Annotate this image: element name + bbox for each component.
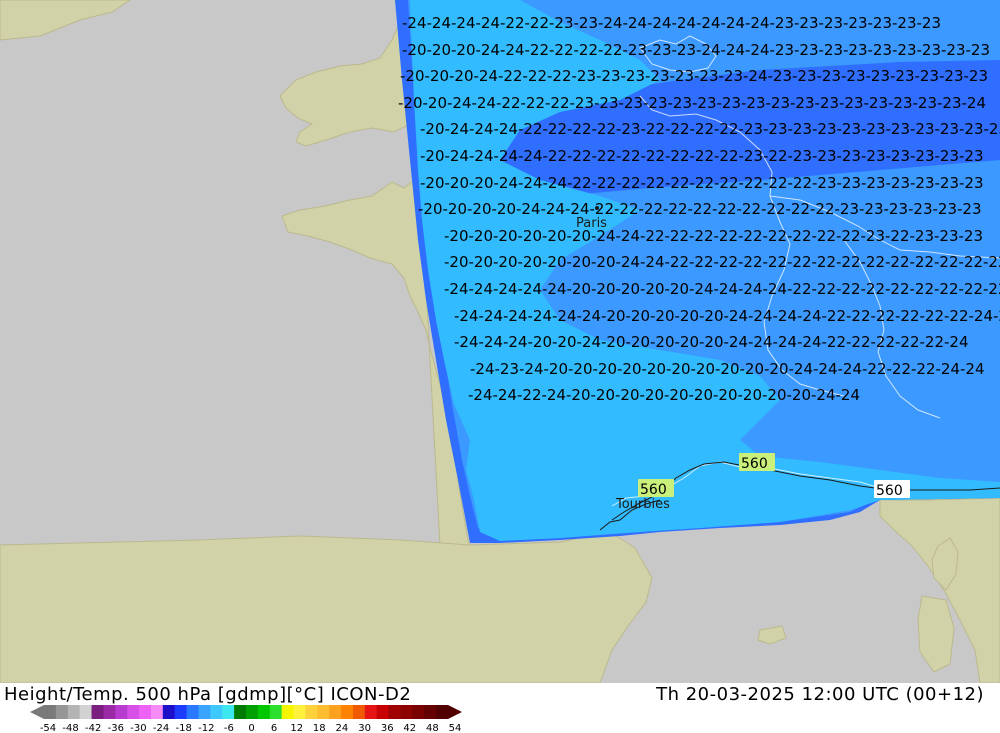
temperature-row: -24-24-22-24-20-20-20-20-20-20-20-20-20-…: [468, 386, 860, 404]
colorbar-cell: [281, 705, 295, 719]
contour-label-1: 560: [739, 453, 775, 472]
colorbar-cell: [210, 705, 223, 719]
contour-label-text: 560: [640, 482, 667, 498]
temperature-row: -20-20-20-20-20-20-20-24-24-22-22-22-22-…: [444, 253, 1000, 271]
colorbar-tick-label: 18: [313, 723, 326, 733]
city-label-tourbies: Tourbies: [615, 497, 670, 512]
colorbar-cell: [222, 705, 235, 719]
colorbar-tick-label: 42: [403, 723, 416, 733]
valid-time: Th 20-03-2025 12:00 UTC (00+12): [656, 684, 984, 705]
colorbar-cell: [115, 705, 128, 719]
city-tourbies[interactable]: Tourbies: [615, 497, 670, 512]
colorbar-cell: [44, 705, 57, 719]
map-area[interactable]: -24-24-24-24-22-22-23-23-24-24-24-24-24-…: [0, 0, 1000, 683]
colorbar-tick-label: -36: [108, 723, 124, 733]
temperature-row: -24-24-24-24-22-22-23-23-24-24-24-24-24-…: [402, 14, 941, 32]
colorbar-tick-label: 24: [336, 723, 349, 733]
colorbar-cell: [127, 705, 140, 719]
temperature-row: -24-24-24-20-20-24-20-20-20-20-20-24-24-…: [454, 333, 969, 351]
colorbar-tick-label: -18: [176, 723, 192, 733]
map-canvas[interactable]: -24-24-24-24-22-22-23-23-24-24-24-24-24-…: [0, 0, 1000, 683]
colorbar-tick-label: 54: [449, 723, 462, 733]
colorbar-cell: [91, 705, 104, 719]
colorbar-tick-label: -6: [224, 723, 234, 733]
colorbar-ticks: -54 -48 -42 -36 -30 -24 -18 -12 -6 0 6 12 18 24 30 36 42…: [40, 723, 462, 733]
paris-dot-icon: [595, 206, 599, 210]
temperature-row: -20-20-20-24-24-22-22-22-22-23-23-23-24-…: [402, 41, 990, 59]
colorbar-tick-label: 0: [248, 723, 254, 733]
colorbar-cell: [67, 705, 81, 719]
colorbar-tick-label: 12: [290, 723, 303, 733]
colorbar-cell: [424, 705, 437, 719]
colorbar-right-arrow: [448, 705, 462, 719]
temperature-labels: -24-24-24-24-22-22-23-23-24-24-24-24-24-…: [398, 14, 1000, 404]
colorbar-cell: [352, 705, 366, 719]
colorbar-tick-label: -48: [62, 723, 78, 733]
colorbar-cell: [412, 705, 425, 719]
chart-title: Height/Temp. 500 hPa [gdmp][°C] ICON-D2: [4, 684, 412, 705]
colorbar-cell: [341, 705, 354, 719]
colorbar-cell: [162, 705, 176, 719]
contour-label-2: 560: [638, 479, 674, 498]
colorbar-cell: [376, 705, 390, 719]
footer-panel: Height/Temp. 500 hPa [gdmp][°C] ICON-D2 …: [0, 683, 1000, 733]
temperature-row: -24-24-24-24-24-20-20-20-20-20-24-24-24-…: [444, 280, 1000, 298]
contour-label-text: 560: [876, 483, 903, 499]
temperature-row: -20-20-20-24-24-24-22-22-22-22-22-22-22-…: [420, 174, 984, 192]
colorbar-tick-label: -42: [85, 723, 101, 733]
colorbar-cell: [364, 705, 378, 719]
colorbar-cells: [30, 705, 462, 719]
colorbar-tick-label: -54: [40, 723, 56, 733]
colorbar-left-arrow: [30, 705, 44, 719]
colorbar-tick-label: 36: [381, 723, 394, 733]
colorbar-cell: [269, 705, 283, 719]
colorbar-cell: [317, 705, 330, 719]
colorbar-tick-label: 6: [271, 723, 277, 733]
temperature-row: -20-20-20-20-20-20-24-24-22-22-22-22-22-…: [444, 227, 983, 245]
colorbar-cell: [436, 705, 449, 719]
colorbar-tick-label: -30: [130, 723, 146, 733]
colorbar-cell: [400, 705, 413, 719]
colorbar-cell: [186, 705, 199, 719]
land-iberia: [0, 531, 653, 683]
colorbar-cell: [329, 705, 342, 719]
colorbar-cell: [55, 705, 69, 719]
colorbar-tick-label: 30: [358, 723, 371, 733]
colorbar-tick-label: -24: [153, 723, 169, 733]
colorbar-cell: [198, 705, 211, 719]
temperature-row: -20-20-20-20-24-24-24-22-22-22-22-22-22-…: [418, 200, 982, 218]
temperature-row: -24-23-24-20-20-20-20-20-20-20-20-20-20-…: [470, 360, 985, 378]
temperature-row: -20-20-24-24-22-22-22-23-23-23-23-23-23-…: [398, 94, 986, 112]
colorbar-tick-label: 48: [426, 723, 439, 733]
colorbar-cell: [293, 705, 306, 719]
colorbar-cell: [234, 705, 247, 719]
colorbar-tick-label: -12: [198, 723, 214, 733]
temperature-row: -20-24-24-24-22-22-22-22-23-22-22-22-22-…: [420, 120, 1000, 138]
temperature-row: -24-24-24-24-24-24-20-20-20-20-20-24-24-…: [454, 307, 1000, 325]
colorbar-cell: [246, 705, 259, 719]
colorbar-cell: [257, 705, 271, 719]
colorbar-cell: [150, 705, 164, 719]
colorbar: -54 -48 -42 -36 -30 -24 -18 -12 -6 0 6 12 18 24 30 36 42…: [30, 705, 462, 733]
temperature-row: -20-24-24-24-24-22-22-22-22-22-22-22-22-…: [420, 147, 984, 165]
colorbar-cell: [174, 705, 188, 719]
colorbar-cell: [79, 705, 93, 719]
colorbar-cell: [305, 705, 318, 719]
contour-label-3: 560: [874, 480, 910, 499]
temperature-row: -20-20-20-24-22-22-22-23-23-23-23-23-23-…: [400, 67, 988, 85]
colorbar-cell: [139, 705, 152, 719]
colorbar-cell: [388, 705, 401, 719]
city-label-paris: Paris: [576, 216, 607, 231]
contour-label-text: 560: [741, 456, 768, 472]
colorbar-cell: [103, 705, 116, 719]
